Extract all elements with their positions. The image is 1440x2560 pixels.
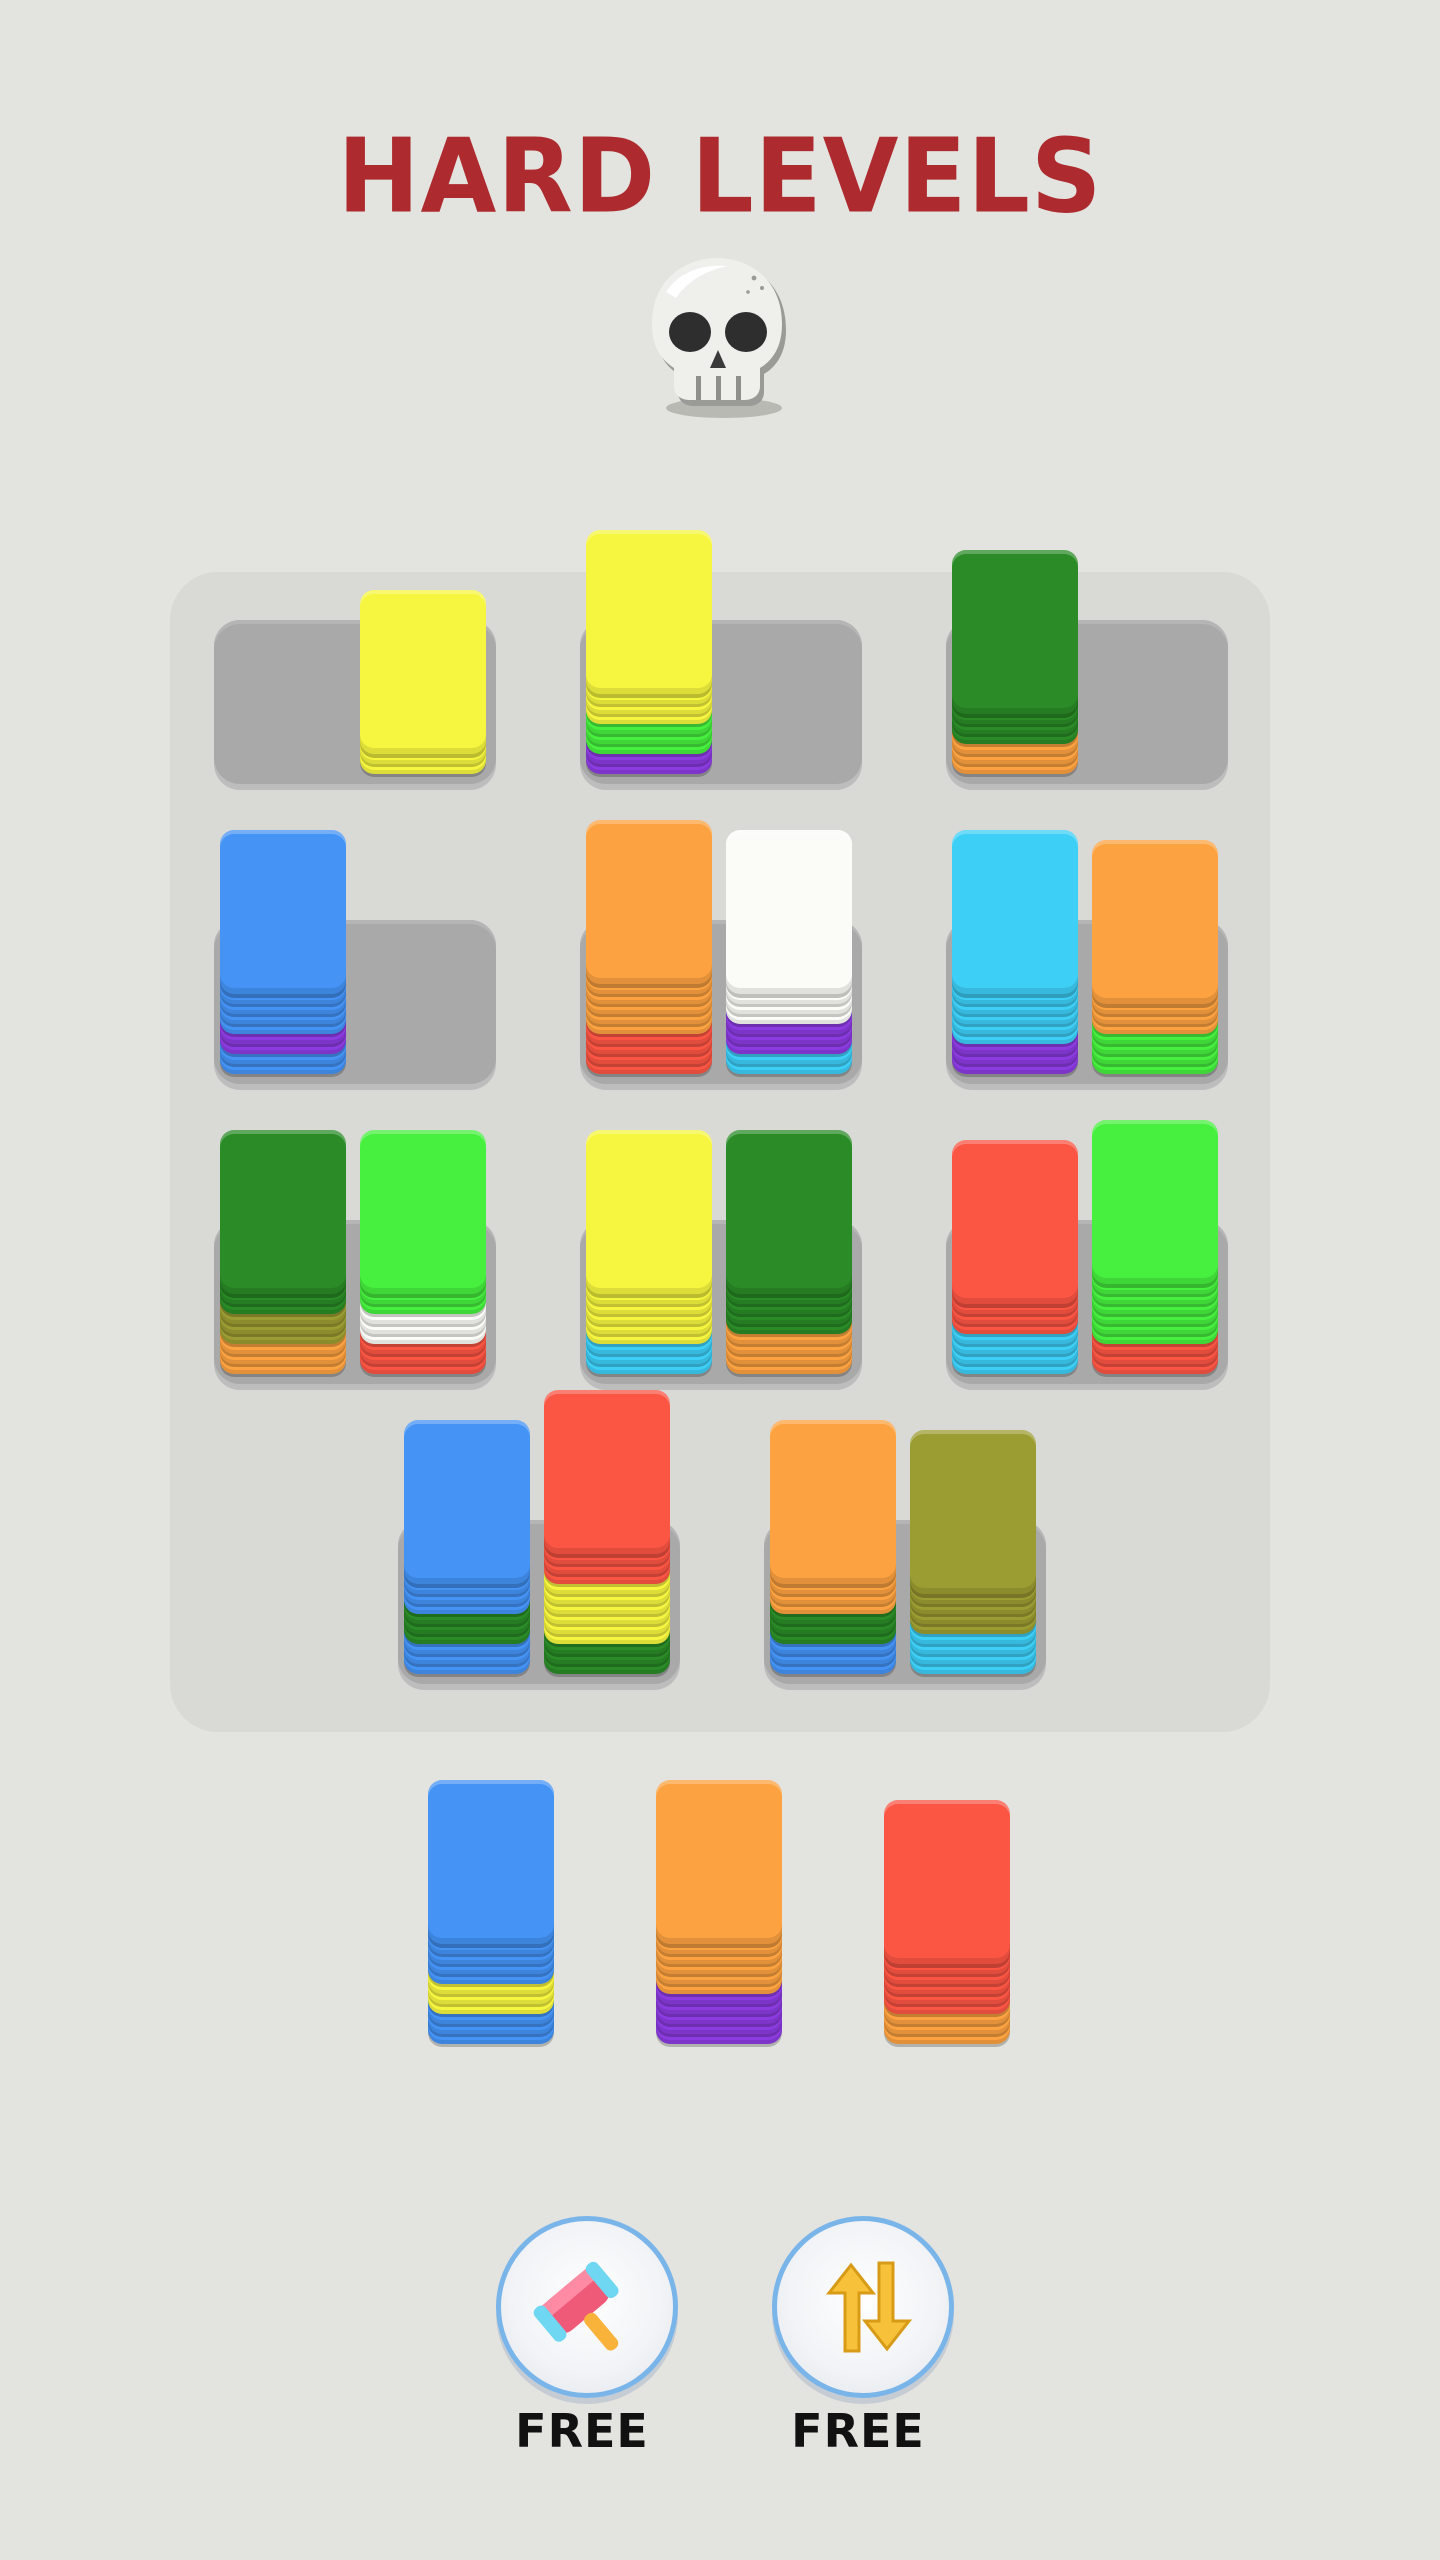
swap-booster-button[interactable] [772,2216,954,2398]
queue-stack-3-top-tile[interactable] [884,1800,1010,1964]
hammer-booster-button[interactable] [496,2216,678,2398]
board-stack-right-top-tile[interactable] [1092,840,1218,1004]
hammer-booster-label: FREE [515,2404,649,2458]
board-stack-left-top-tile[interactable] [220,1130,346,1294]
board-stack-left-top-tile[interactable] [770,1420,896,1584]
board-stack-right-top-tile[interactable] [910,1430,1036,1594]
board-stack-right-top-tile[interactable] [726,830,852,994]
board-stack-left-top-tile[interactable] [404,1420,530,1584]
board-stack-left-top-tile[interactable] [952,830,1078,994]
board-stack-right-top-tile[interactable] [726,1130,852,1294]
board-stack-left-top-tile[interactable] [586,1130,712,1294]
queue-stack-1-top-tile[interactable] [428,1780,554,1944]
swap-arrows-icon [825,2261,913,2353]
board-stack-left-top-tile[interactable] [952,550,1078,714]
hammer-icon [533,2261,619,2351]
swap-booster-label: FREE [791,2404,925,2458]
board-stack-right-top-tile[interactable] [360,1130,486,1294]
board-stack-right-top-tile[interactable] [544,1390,670,1554]
board-stack-left-top-tile[interactable] [952,1140,1078,1304]
board-stack-left-top-tile[interactable] [586,530,712,694]
board-stack-left-top-tile[interactable] [220,830,346,994]
board-stack-left-top-tile[interactable] [586,820,712,984]
board-stack-right-top-tile[interactable] [360,590,486,754]
stacks-layer [0,0,1440,2560]
board-stack-right-top-tile[interactable] [1092,1120,1218,1284]
queue-stack-2-top-tile[interactable] [656,1780,782,1944]
